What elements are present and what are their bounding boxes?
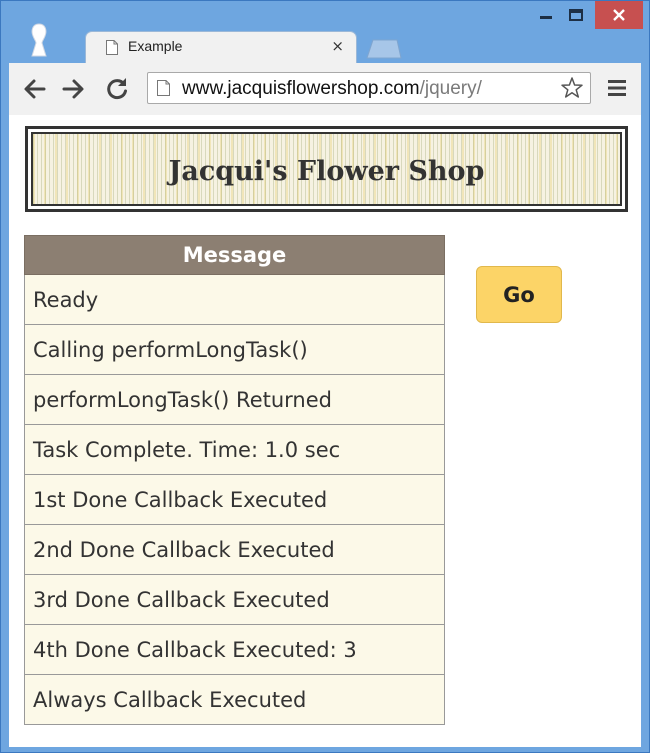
url-path: /jquery/ (419, 78, 482, 99)
close-icon (613, 9, 625, 21)
column-header-message: Message (24, 235, 445, 275)
table-row: Calling performLongTask() (24, 324, 445, 375)
page-icon (157, 80, 170, 96)
table-cell: Ready (24, 274, 445, 325)
title-bar: Example × (1, 1, 649, 63)
banner: Jacqui's Flower Shop (25, 126, 628, 212)
page-title: Jacqui's Flower Shop (168, 155, 485, 187)
address-bar[interactable]: www.jacquisflowershop.com/jquery/ (147, 72, 591, 104)
tab-example[interactable]: Example × (85, 31, 357, 63)
go-button[interactable]: Go (476, 266, 562, 323)
message-table: Message Ready Calling performLongTask() … (24, 235, 445, 725)
forward-arrow-icon[interactable] (59, 75, 87, 103)
table-cell: Task Complete. Time: 1.0 sec (24, 424, 445, 475)
table-cell: 3rd Done Callback Executed (24, 574, 445, 625)
banner-background: Jacqui's Flower Shop (31, 132, 622, 206)
table-cell: Calling performLongTask() (24, 324, 445, 375)
table-row: 3rd Done Callback Executed (24, 574, 445, 625)
tab-title: Example (128, 38, 183, 54)
table-cell: Always Callback Executed (24, 674, 445, 725)
table-cell: 4th Done Callback Executed: 3 (24, 624, 445, 675)
url-host: www.jacquisflowershop.com (182, 78, 420, 99)
minimize-button[interactable] (531, 1, 561, 29)
back-arrow-icon[interactable] (21, 75, 49, 103)
table-cell: 2nd Done Callback Executed (24, 524, 445, 575)
table-row: Task Complete. Time: 1.0 sec (24, 424, 445, 475)
maximize-button[interactable] (561, 1, 591, 29)
user-icon[interactable] (27, 23, 51, 57)
minimize-icon (540, 16, 552, 19)
table-row: 1st Done Callback Executed (24, 474, 445, 525)
table-row: Always Callback Executed (24, 674, 445, 725)
table-cell: performLongTask() Returned (24, 374, 445, 425)
window-close-button[interactable] (595, 1, 643, 29)
table-row: Ready (24, 274, 445, 325)
table-header-row: Message (24, 235, 445, 275)
star-icon[interactable] (560, 76, 584, 100)
close-icon[interactable]: × (331, 37, 344, 55)
browser-toolbar: www.jacquisflowershop.com/jquery/ (9, 63, 641, 115)
page-icon (106, 40, 118, 55)
new-tab-button[interactable] (363, 39, 403, 59)
table-row: 4th Done Callback Executed: 3 (24, 624, 445, 675)
page-content: Jacqui's Flower Shop Message Ready Calli… (9, 115, 641, 747)
table-row: performLongTask() Returned (24, 374, 445, 425)
browser-window: Example × www.jacquisflowershop.com/jque… (0, 0, 650, 753)
table-cell: 1st Done Callback Executed (24, 474, 445, 525)
url-text: www.jacquisflowershop.com/jquery/ (182, 78, 482, 100)
maximize-icon (569, 9, 583, 21)
table-row: 2nd Done Callback Executed (24, 524, 445, 575)
menu-icon[interactable] (607, 77, 627, 99)
reload-icon[interactable] (103, 75, 131, 103)
